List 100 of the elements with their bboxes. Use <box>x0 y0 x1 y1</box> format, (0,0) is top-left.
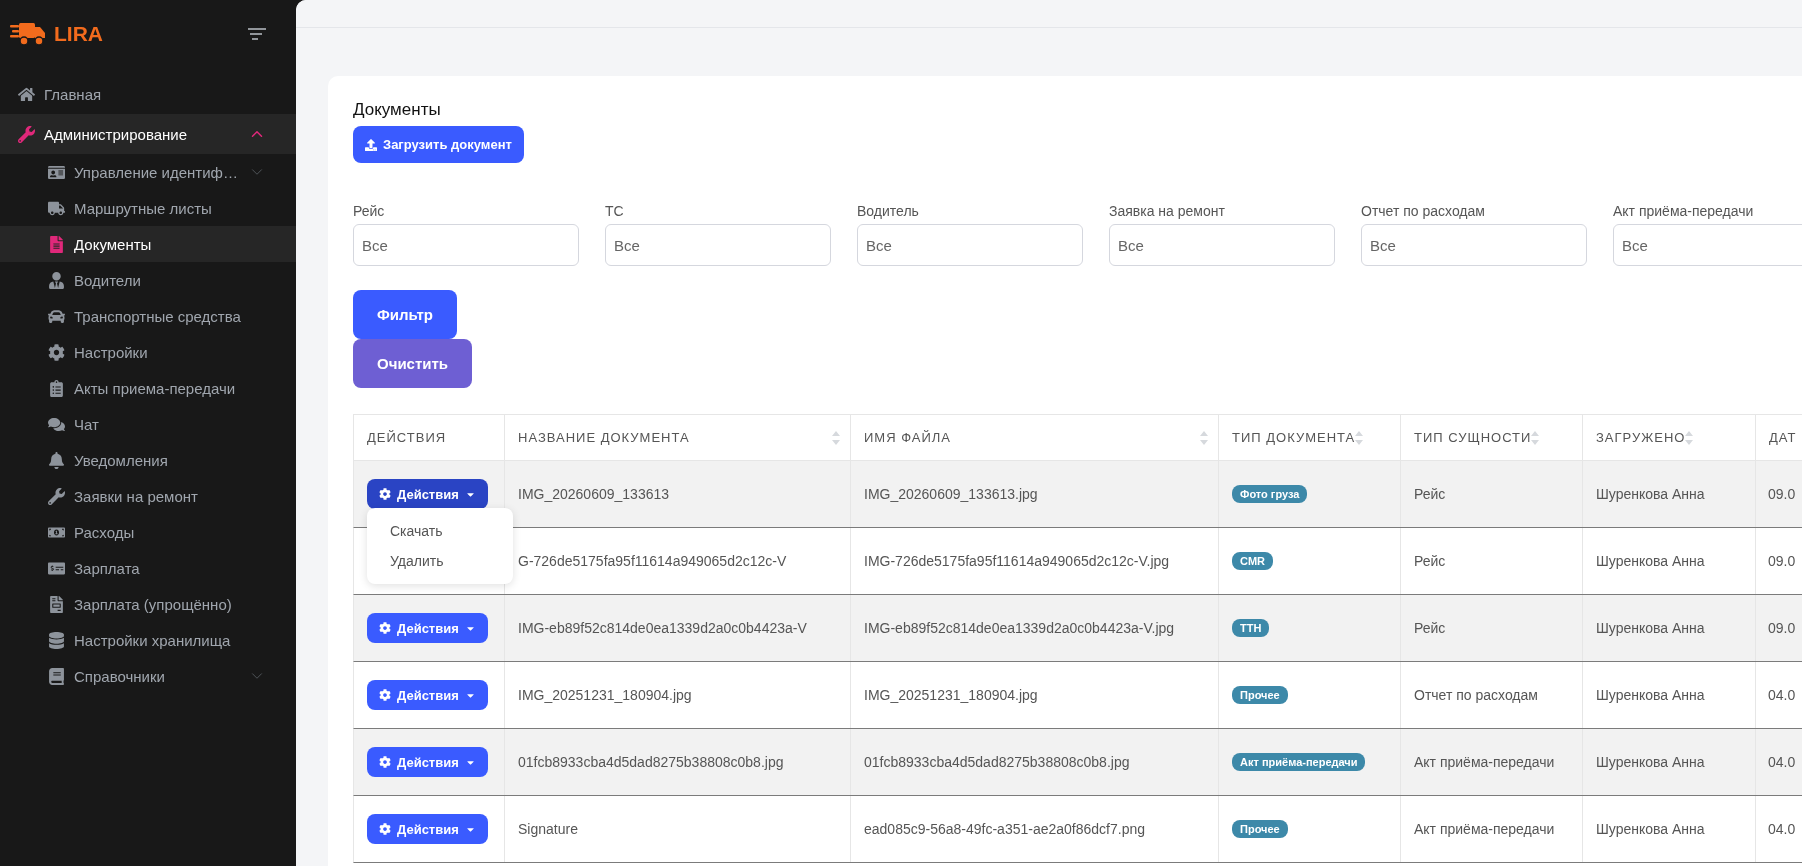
actions-button[interactable]: Действия <box>367 680 488 710</box>
table-cell: Акт приёма-передачи <box>1414 821 1555 837</box>
column-header[interactable]: ЗАГРУЖЕНО <box>1583 415 1756 460</box>
table-cell: Шуренкова Анна <box>1596 486 1705 502</box>
table-cell: ead085c9-56a8-49fc-a351-ae2a0f86dcf7.png <box>864 821 1145 837</box>
clipboard-icon <box>48 379 65 397</box>
sort-icon[interactable] <box>1685 430 1694 445</box>
table-cell: 04.0 <box>1768 754 1796 770</box>
table-cell: Шуренкова Анна <box>1596 553 1705 569</box>
document-type-tag: Фото груза <box>1232 485 1308 503</box>
home-icon <box>18 85 35 103</box>
sidebar-item[interactable]: Справочники <box>0 658 296 694</box>
filter-label: Акт приёма-передачи <box>1613 203 1755 219</box>
menu-item[interactable]: Скачать <box>367 516 513 546</box>
sidebar-item[interactable]: Маршрутные листы <box>0 190 296 226</box>
clear-button[interactable]: Очистить <box>353 339 473 388</box>
sidebar-item[interactable]: Зарплата <box>0 550 296 586</box>
column-header[interactable]: ТИП СУЩНОСТИ <box>1401 415 1583 460</box>
filter-label: Заявка на ремонт <box>1109 203 1226 219</box>
table-cell: IMG-eb89f52c814de0ea1339d2a0c0b4423a-V.jpg <box>864 620 1175 636</box>
table-cell: 09.0 <box>1768 486 1796 502</box>
actions-button[interactable]: Действия <box>367 814 488 844</box>
filter-field[interactable]: Все <box>605 224 831 266</box>
table-cell: Шуренкова Анна <box>1596 620 1705 636</box>
filter-label: ТС <box>605 203 625 219</box>
gear-icon <box>379 622 391 634</box>
document-icon <box>48 595 65 613</box>
logo-text: LIRA <box>54 22 103 46</box>
document-type-tag: ТТН <box>1232 619 1270 637</box>
actions-button[interactable]: Действия <box>367 613 488 643</box>
table-cell: IMG_20260609_133613 <box>518 486 670 502</box>
filter-field[interactable]: Все <box>1109 224 1335 266</box>
filter-label: Отчет по расходам <box>1361 203 1486 219</box>
database-icon <box>48 631 65 649</box>
gear-icon <box>379 823 391 835</box>
sidebar-item[interactable]: Уведомления <box>0 442 296 478</box>
sidebar-item[interactable]: Заявки на ремонт <box>0 478 296 514</box>
actions-button[interactable]: Действия <box>367 479 488 509</box>
table-cell: Signature <box>518 821 578 837</box>
gear-icon <box>48 343 65 361</box>
book-icon <box>48 667 65 685</box>
table-cell: Шуренкова Анна <box>1596 821 1705 837</box>
sidebar-item[interactable]: Акты приема-передачи <box>0 370 296 406</box>
user-icon <box>48 271 65 289</box>
table-cell: G-726de5175fa95f11614a949065d2c12c-V <box>518 553 787 569</box>
filter-field[interactable]: Все <box>857 224 1083 266</box>
sidebar-item[interactable]: Управление идентиф… <box>0 154 296 190</box>
sort-icon[interactable] <box>1355 430 1364 445</box>
table-cell: 04.0 <box>1768 821 1796 837</box>
upload-icon <box>365 138 377 151</box>
menu-item[interactable]: Удалить <box>367 546 513 576</box>
sidebar-item[interactable]: Чат <box>0 406 296 442</box>
filter-field[interactable]: Все <box>1361 224 1587 266</box>
gear-icon <box>379 488 391 500</box>
table-cell: 09.0 <box>1768 620 1796 636</box>
table-cell: Шуренкова Анна <box>1596 687 1705 703</box>
table-cell: Рейс <box>1414 553 1446 569</box>
table-cell: IMG_20260609_133613.jpg <box>864 486 1038 502</box>
sidebar-item[interactable]: Зарплата (упрощённо) <box>0 586 296 622</box>
sort-icon[interactable] <box>1200 430 1208 445</box>
column-header[interactable]: ТИП ДОКУМЕНТА <box>1219 415 1401 460</box>
menu-icon[interactable] <box>248 28 266 40</box>
filter-field[interactable]: Все <box>353 224 579 266</box>
sidebar-item[interactable]: Настройки <box>0 334 296 370</box>
filter-button[interactable]: Фильтр <box>353 290 457 339</box>
table-cell: IMG-eb89f52c814de0ea1339d2a0c0b4423a-V <box>518 620 807 636</box>
page-title: Документы <box>353 100 442 120</box>
table-cell: 09.0 <box>1768 553 1796 569</box>
document-type-tag: Акт приёма-передачи <box>1232 753 1366 771</box>
truck-logo-icon <box>10 22 46 46</box>
sidebar-item[interactable]: Главная <box>0 74 296 114</box>
actions-button[interactable]: Действия <box>367 747 488 777</box>
document-type-tag: Прочее <box>1232 820 1288 838</box>
wrench-icon <box>48 487 65 505</box>
filter-field[interactable]: Все <box>1613 224 1802 266</box>
id-card-icon <box>48 163 65 181</box>
column-header[interactable]: НАЗВАНИЕ ДОКУМЕНТА <box>505 415 851 460</box>
sidebar-item[interactable]: Документы <box>0 226 296 262</box>
table-cell: 01fcb8933cba4d5dad8275b38808c0b8.jpg <box>518 754 784 770</box>
filter-label: Водитель <box>857 203 920 219</box>
sidebar-item[interactable]: Настройки хранилища <box>0 622 296 658</box>
table-cell: 01fcb8933cba4d5dad8275b38808c0b8.jpg <box>864 754 1130 770</box>
upload-button[interactable]: Загрузить документ <box>353 126 524 163</box>
table-cell: Рейс <box>1414 486 1446 502</box>
document-icon <box>48 235 65 253</box>
document-type-tag: CMR <box>1232 552 1274 570</box>
sort-icon[interactable] <box>1531 430 1540 445</box>
truck-icon <box>48 199 65 217</box>
table-cell: IMG-726de5175fa95f11614a949065d2c12c-V.jpg <box>864 553 1170 569</box>
sidebar-item[interactable]: Расходы <box>0 514 296 550</box>
table-cell: Рейс <box>1414 620 1446 636</box>
sidebar-item[interactable]: Администрирование <box>0 114 296 154</box>
table-cell: IMG_20251231_180904.jpg <box>518 687 692 703</box>
table-cell: Отчет по расходам <box>1414 687 1538 703</box>
gear-icon <box>379 689 391 701</box>
sort-icon[interactable] <box>832 430 840 445</box>
table-cell: IMG_20251231_180904.jpg <box>864 687 1038 703</box>
sidebar-item[interactable]: Водители <box>0 262 296 298</box>
sidebar-item[interactable]: Транспортные средства <box>0 298 296 334</box>
column-header[interactable]: ИМЯ ФАЙЛА <box>851 415 1219 460</box>
